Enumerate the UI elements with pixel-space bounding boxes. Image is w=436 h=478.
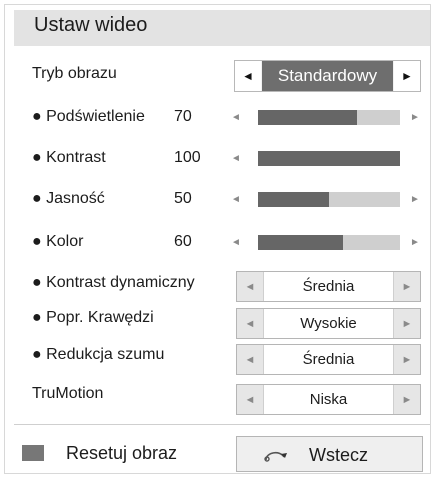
contrast-slider[interactable] <box>258 151 400 166</box>
divider <box>14 424 430 425</box>
video-settings-panel: Ustaw wideo Tryb obrazu ◄ Standardowy ► … <box>0 0 436 478</box>
arrow-left-icon[interactable]: ◄ <box>237 309 264 338</box>
color-slider[interactable] <box>258 235 400 250</box>
dynamic-contrast-value[interactable]: Średnia <box>264 272 393 301</box>
contrast-label: ● Kontrast <box>32 149 106 166</box>
page-title: Ustaw wideo <box>34 14 148 36</box>
color-label: ● Kolor <box>32 233 84 250</box>
arrow-left-icon[interactable]: ◄ <box>237 345 264 374</box>
picture-mode-next-button[interactable]: ► <box>394 61 420 91</box>
noise-reduction-label: ● Redukcja szumu <box>32 346 165 363</box>
color-slider-fill <box>258 235 344 250</box>
brightness-slider[interactable] <box>258 192 400 207</box>
edge-enhancer-selector[interactable]: ◄ Wysokie ► <box>236 308 421 339</box>
noise-reduction-value[interactable]: Średnia <box>264 345 393 374</box>
backlight-label: ● Podświetlenie <box>32 108 145 125</box>
brightness-value: 50 <box>174 190 192 207</box>
backlight-slider[interactable] <box>258 110 400 125</box>
reset-color-key-icon <box>22 445 44 461</box>
contrast-value: 100 <box>174 149 201 166</box>
edge-enhancer-value[interactable]: Wysokie <box>264 309 393 338</box>
arrow-right-icon[interactable]: ► <box>393 385 420 414</box>
back-button-label: Wstecz <box>309 445 369 465</box>
dynamic-contrast-label: ● Kontrast dynamiczny <box>32 274 195 291</box>
return-icon <box>264 451 287 462</box>
trumotion-value[interactable]: Niska <box>264 385 393 414</box>
arrow-left-icon[interactable]: ◄ <box>231 112 241 123</box>
dynamic-contrast-selector[interactable]: ◄ Średnia ► <box>236 271 421 302</box>
brightness-label: ● Jasność <box>32 190 105 207</box>
arrow-left-icon[interactable]: ◄ <box>237 272 264 301</box>
brightness-slider-fill <box>258 192 329 207</box>
arrow-right-icon[interactable]: ► <box>410 237 420 248</box>
picture-mode-value[interactable]: Standardowy <box>262 61 393 91</box>
trumotion-selector[interactable]: ◄ Niska ► <box>236 384 421 415</box>
arrow-right-icon[interactable]: ► <box>393 272 420 301</box>
edge-enhancer-label: ● Popr. Krawędzi <box>32 309 154 326</box>
color-value: 60 <box>174 233 192 250</box>
noise-reduction-selector[interactable]: ◄ Średnia ► <box>236 344 421 375</box>
arrow-right-icon[interactable]: ► <box>393 309 420 338</box>
arrow-left-icon[interactable]: ◄ <box>237 385 264 414</box>
arrow-left-icon[interactable]: ◄ <box>231 153 241 164</box>
contrast-slider-fill <box>258 151 400 166</box>
backlight-value: 70 <box>174 108 192 125</box>
trumotion-label: TruMotion <box>32 385 104 402</box>
back-button[interactable]: Wstecz <box>236 436 423 472</box>
arrow-left-icon[interactable]: ◄ <box>231 237 241 248</box>
arrow-left-icon[interactable]: ◄ <box>231 194 241 205</box>
backlight-slider-fill <box>258 110 358 125</box>
picture-mode-selector[interactable]: ◄ Standardowy ► <box>234 60 421 92</box>
reset-picture-button[interactable]: Resetuj obraz <box>66 443 177 464</box>
arrow-left-icon: ◄ <box>242 69 254 83</box>
arrow-right-icon[interactable]: ► <box>410 112 420 123</box>
picture-mode-prev-button[interactable]: ◄ <box>235 61 261 91</box>
arrow-right-icon[interactable]: ► <box>410 194 420 205</box>
picture-mode-label: Tryb obrazu <box>32 65 117 82</box>
arrow-right-icon[interactable]: ► <box>393 345 420 374</box>
arrow-right-icon: ► <box>401 69 413 83</box>
